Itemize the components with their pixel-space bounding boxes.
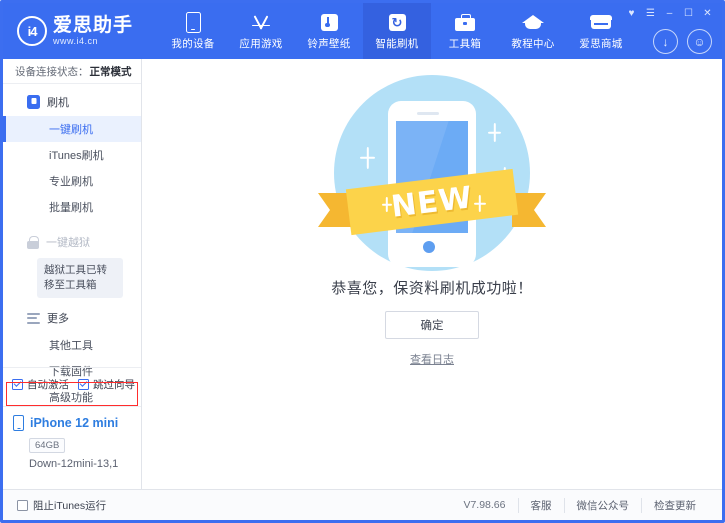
success-illustration: NEW [334,75,530,271]
sidebar-group-flash-header: 刷机 [3,88,141,116]
phone-icon [186,11,201,33]
sidebar-item-label: iTunes刷机 [49,147,104,163]
checkbox-label: 阻止iTunes运行 [33,498,106,513]
refresh-icon: ↻ [389,11,406,33]
connected-device-info[interactable]: iPhone 12 mini 64GB Down-12mini-13,1 [3,406,141,490]
sidebar-group-jailbreak-header: 一键越狱 [3,228,141,256]
checkbox-label: 自动激活 [27,377,69,392]
sparkle-icon [382,197,392,212]
view-log-link[interactable]: 查看日志 [142,351,722,367]
nav-label: 我的设备 [171,36,214,51]
maximize-icon[interactable]: ☐ [680,7,697,21]
nav-item-apps-games[interactable]: 应用游戏 [227,3,295,59]
download-icon[interactable]: ↓ [653,29,678,54]
sidebar-group-jailbreak-title: 一键越狱 [46,234,90,250]
check-update-link[interactable]: 检查更新 [641,498,708,513]
window-controls: ♥ ☰ – ☐ ✕ [623,7,716,21]
sidebar-item-other-tools[interactable]: 其他工具 [3,332,141,358]
version-label: V7.98.66 [463,499,505,511]
illustration-phone-home-button [423,241,435,253]
minimize-icon[interactable]: – [661,7,678,21]
sidebar-item-pro-flash[interactable]: 专业刷机 [3,168,141,194]
sidebar: 设备连接状态：正常模式 刷机 一键刷机 iTunes刷机 专业刷机 批量刷机 一… [3,59,142,490]
device-name-row: iPhone 12 mini [13,415,141,431]
top-navigation-bar: i4 爱思助手 www.i4.cn 我的设备 应用游戏 铃声壁纸 [3,3,722,59]
graduation-icon [522,11,544,33]
device-model: Down-12mini-13,1 [29,458,141,470]
close-icon[interactable]: ✕ [699,7,716,21]
nav-item-tutorial-center[interactable]: 教程中心 [499,3,567,59]
logo-brand-name: 爱思助手 [53,16,133,35]
sidebar-group-more-title: 更多 [47,310,69,326]
checkbox-box[interactable] [78,379,89,390]
account-avatar-icon[interactable]: ☺ [687,29,712,54]
sparkle-icon [360,147,375,169]
status-bar: 阻止iTunes运行 V7.98.66 客服 微信公众号 检查更新 [3,489,722,520]
sidebar-item-itunes-flash[interactable]: iTunes刷机 [3,142,141,168]
toolbox-icon [455,11,475,33]
phone-square-icon [27,95,40,109]
sparkle-icon [488,123,501,142]
wechat-official-link[interactable]: 微信公众号 [564,498,642,513]
checkbox-block-itunes[interactable]: 阻止iTunes运行 [17,498,106,513]
nav-label: 教程中心 [511,36,554,51]
nav-label: 工具箱 [449,36,481,51]
nav-item-ringtones-wallpaper[interactable]: 铃声壁纸 [295,3,363,59]
customer-service-link[interactable]: 客服 [518,498,564,513]
jailbreak-moved-tooltip: 越狱工具已转移至工具箱 [37,258,123,298]
app-logo: i4 爱思助手 www.i4.cn [17,11,137,51]
logo-badge-icon: i4 [17,16,47,46]
sidebar-item-batch-flash[interactable]: 批量刷机 [3,194,141,220]
main-content: NEW 恭喜您，保资料刷机成功啦！ 确定 查看日志 [142,59,722,490]
device-capacity-badge: 64GB [29,438,65,453]
checkbox-auto-activate[interactable]: 自动激活 [12,377,69,392]
menu-icon[interactable]: ☰ [642,7,659,21]
nav-item-smart-flash[interactable]: ↻ 智能刷机 [363,3,431,59]
illustration-phone-speaker [417,112,439,115]
sidebar-item-label: 一键刷机 [49,121,93,137]
sparkle-icon [474,195,486,212]
confirm-button[interactable]: 确定 [385,311,479,339]
sidebar-group-flash-title: 刷机 [47,94,69,110]
device-phone-icon [13,415,24,431]
checkbox-label: 跳过向导 [93,377,135,392]
shop-icon [590,11,612,33]
sidebar-options: 自动激活 跳过向导 [3,367,141,400]
success-message: 恭喜您，保资料刷机成功啦！ [142,277,722,298]
list-icon [27,313,40,324]
message-icon[interactable]: ♥ [623,7,640,21]
device-name: iPhone 12 mini [30,416,118,430]
sidebar-item-one-key-flash[interactable]: 一键刷机 [3,116,141,142]
checkbox-box[interactable] [12,379,23,390]
nav-item-my-device[interactable]: 我的设备 [159,3,227,59]
nav-label: 铃声壁纸 [307,36,350,51]
lock-icon [27,236,39,249]
logo-text: 爱思助手 www.i4.cn [53,16,133,46]
sidebar-item-label: 其他工具 [49,337,93,353]
device-connection-status: 设备连接状态：正常模式 [3,59,141,84]
appstore-icon [250,11,272,33]
i4-assistant-window: i4 爱思助手 www.i4.cn 我的设备 应用游戏 铃声壁纸 [0,0,725,523]
sidebar-item-label: 批量刷机 [49,199,93,215]
sidebar-group-more-header: 更多 [3,304,141,332]
connection-status-value: 正常模式 [90,64,132,79]
nav-label: 爱思商城 [579,36,622,51]
main-nav: 我的设备 应用游戏 铃声壁纸 ↻ 智能刷机 工具箱 [159,3,635,59]
music-icon [321,11,338,33]
nav-item-toolbox[interactable]: 工具箱 [431,3,499,59]
sidebar-item-label: 专业刷机 [49,173,93,189]
status-bar-right: V7.98.66 客服 微信公众号 检查更新 [463,498,708,513]
connection-status-label: 设备连接状态： [15,64,89,79]
view-log-label: 查看日志 [410,354,454,366]
nav-label: 应用游戏 [239,36,282,51]
top-right-actions: ↓ ☺ [653,29,712,54]
checkbox-box[interactable] [17,500,28,511]
logo-url: www.i4.cn [53,37,133,46]
nav-label: 智能刷机 [375,36,418,51]
checkbox-skip-wizard[interactable]: 跳过向导 [78,377,135,392]
ribbon-text: NEW [389,180,474,225]
